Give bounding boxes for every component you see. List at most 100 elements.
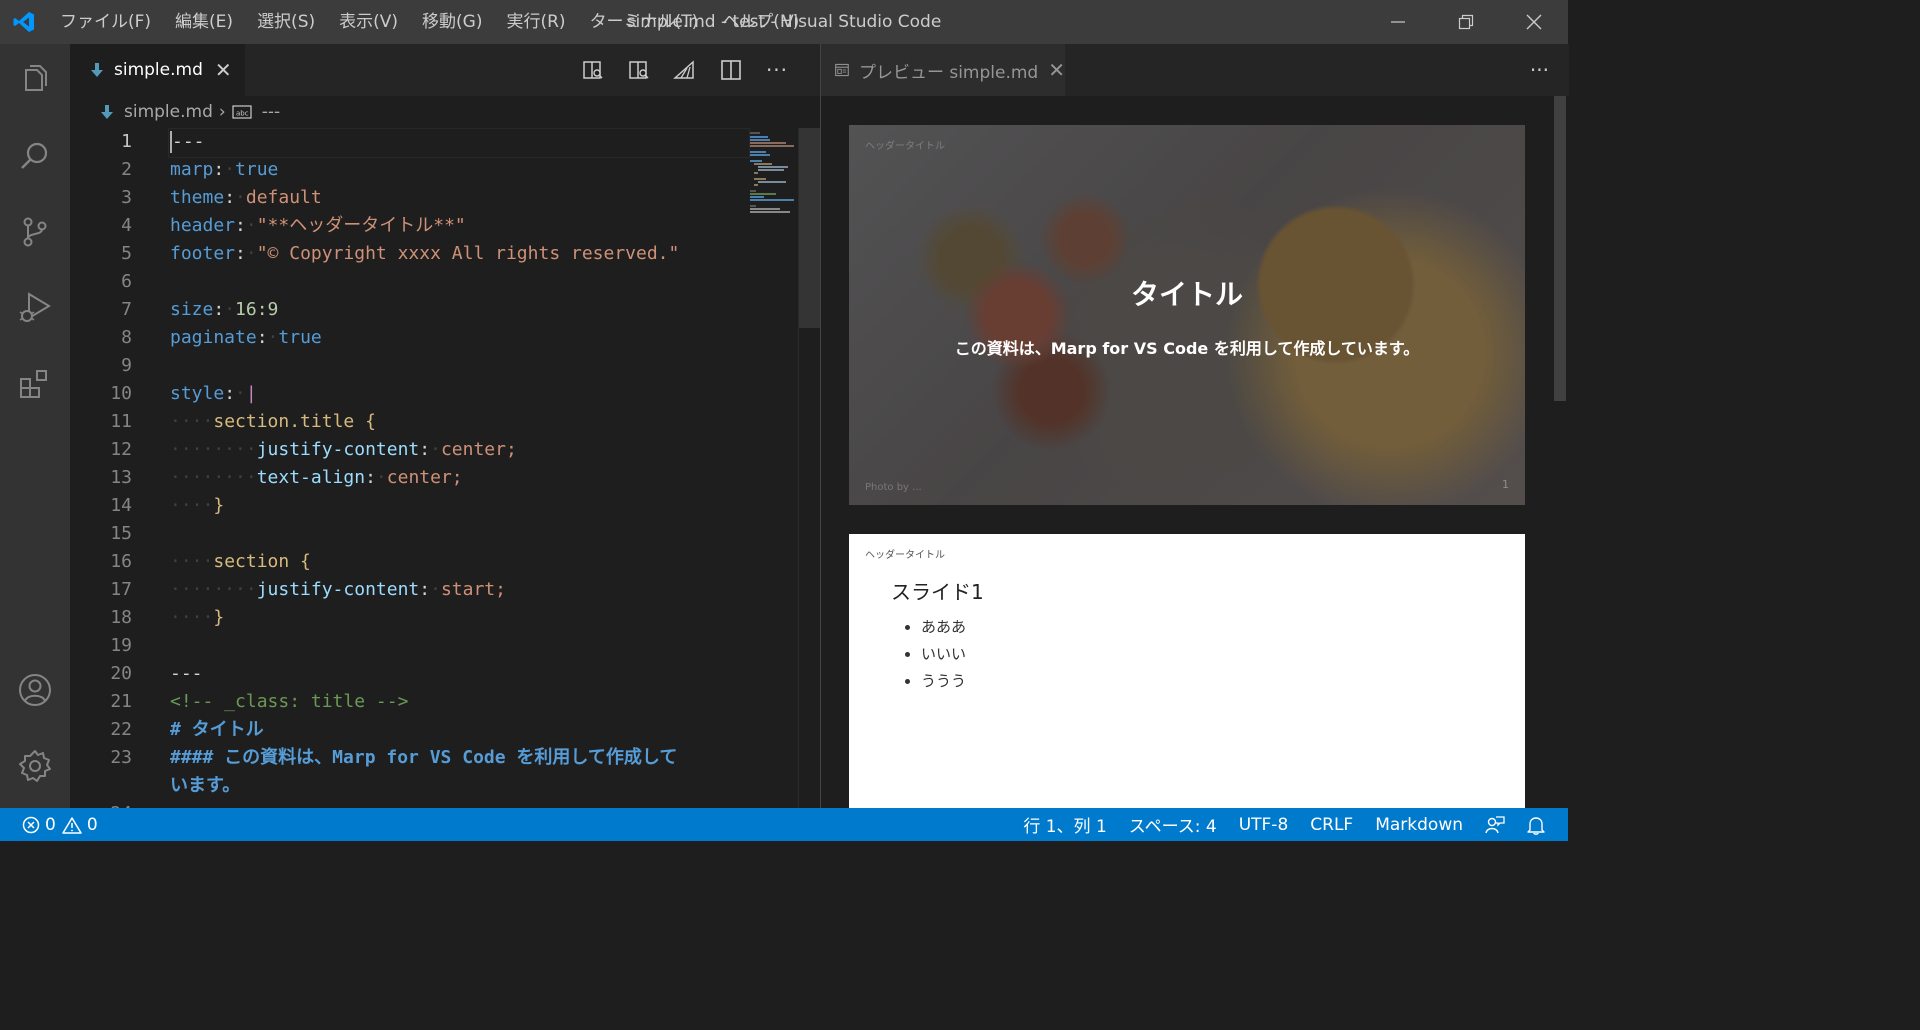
search-icon[interactable] [0,124,70,188]
preview-scrollbar-thumb[interactable] [1554,96,1566,401]
code-line: 19 [110,635,132,656]
code-line: 20 --- [110,663,203,684]
code-line: 15 [110,523,132,544]
preview-tab-label: プレビュー simple.md [858,62,1039,83]
restore-button[interactable] [1432,0,1500,44]
code-line: 17 ········justify-content:·start; [110,579,506,600]
run-debug-icon[interactable] [0,276,70,340]
account-icon[interactable] [0,658,70,722]
minimap[interactable] [750,128,798,248]
code-line: 3 theme:·default [121,187,322,208]
slide-subtitle: この資料は、Marp for VS Code を利用して作成しています。 [954,339,1420,358]
markdown-file-icon [91,63,103,77]
editor-scrollbar-thumb[interactable] [799,128,821,328]
code-line: 18 ····} [110,607,225,628]
status-bar: 0 0 行 1、列 1 スペース: 4 UTF-8 CRLF Markdown [0,808,1568,841]
menu-file[interactable]: ファイル(F) [48,0,163,44]
menu-edit[interactable]: 編集(E) [163,0,245,44]
open-preview-button[interactable] [570,44,616,96]
window-controls [1364,0,1568,44]
slide-header: ヘッダータイトル [865,550,945,561]
marp-icon [673,60,694,79]
error-icon [22,816,40,833]
code-line: 4 header:·"**ヘッダータイトル**" [121,215,466,236]
feedback-button[interactable] [1474,808,1516,841]
code-line: 8 paginate:·true [121,327,322,348]
code-line: 7 size:·16:9 [121,299,279,320]
notifications-button[interactable] [1516,808,1556,841]
svg-text:abc: abc [236,110,249,118]
vscode-logo-icon [0,0,48,44]
list-item: あああ [921,614,966,641]
editor-group: simple.md ✕ ··· simple.md › abc --- 1 --… [70,44,821,808]
list-item: いいい [921,641,966,668]
slide-content: ヘッダータイトル スライド1 あああ いいい ううう [849,534,1525,808]
code-line: 1 --- [70,128,800,158]
cursor-position[interactable]: 行 1、列 1 [1012,808,1117,841]
language-mode[interactable]: Markdown [1364,808,1474,841]
marp-command-button[interactable] [662,44,708,96]
code-line: 5 footer:·"© Copyright xxxx All rights re… [121,243,680,264]
more-icon: ··· [765,58,789,82]
preview-more-actions-button[interactable]: ··· [1530,44,1549,96]
code-line: 13 ········text-align:·center; [110,467,463,488]
menu-bar: ファイル(F) 編集(E) 選択(S) 表示(V) 移動(G) 実行(R) ター… [48,0,811,44]
explorer-icon[interactable] [0,48,70,112]
code-line: 12 ········justify-content:·center; [110,439,517,460]
warning-count: 0 [86,814,98,835]
restore-icon [1458,14,1474,30]
settings-gear-icon[interactable] [0,734,70,798]
slide-header: ヘッダータイトル [865,141,945,152]
activity-bar [0,44,70,808]
menu-selection[interactable]: 選択(S) [245,0,327,44]
end-of-line[interactable]: CRLF [1299,808,1364,841]
tab-preview-simple-md[interactable]: プレビュー simple.md ✕ [821,44,1065,96]
feedback-icon [1485,815,1505,833]
slide-title: ヘッダータイトル タイトル この資料は、Marp for VS Code を利用… [849,125,1525,505]
open-preview-side-button[interactable] [616,44,662,96]
menu-view[interactable]: 表示(V) [327,0,410,44]
extensions-icon[interactable] [0,352,70,416]
code-line-wrap: います。 [170,775,241,796]
preview-scrollbar[interactable] [1552,96,1568,808]
slide-heading: スライド1 [891,580,984,604]
preview-tabs: プレビュー simple.md ✕ ··· [821,44,1569,96]
close-window-button[interactable] [1500,0,1568,44]
split-editor-button[interactable] [708,44,754,96]
tab-label: simple.md [114,60,203,80]
code-line: 21 <!-- _class: title --> [110,691,409,712]
menu-go[interactable]: 移動(G) [410,0,494,44]
title-bar: ファイル(F) 編集(E) 選択(S) 表示(V) 移動(G) 実行(R) ター… [0,0,1568,44]
preview-icon [835,63,849,77]
breadcrumb-file[interactable]: simple.md [124,102,213,122]
tab-close-icon[interactable]: ✕ [215,58,232,82]
menu-run[interactable]: 実行(R) [494,0,577,44]
preview-tab-close-icon[interactable]: ✕ [1048,58,1065,82]
slide-title-text: タイトル [1130,278,1243,311]
source-control-icon[interactable] [0,200,70,264]
editor-tabs: simple.md ✕ ··· [70,44,820,96]
problems-status[interactable]: 0 0 [22,808,109,841]
string-symbol-icon: abc [232,105,252,119]
minimize-button[interactable] [1364,0,1432,44]
slide-overlay [849,125,1525,505]
chevron-right-icon: › [218,102,226,122]
code-line: 9 [121,355,132,376]
menu-terminal[interactable]: ターミナル(T) [578,0,711,44]
code-line: 14 ····} [110,495,225,516]
breadcrumb-symbol[interactable]: --- [262,102,280,122]
slide-page-number: 1 [1502,478,1509,491]
code-line: 11 ····section.title { [110,411,376,432]
minimap-preview [750,132,794,213]
indentation[interactable]: スペース: 4 [1118,808,1228,841]
editor-actions: ··· [570,44,820,96]
menu-help[interactable]: ヘルプ(H) [710,0,811,44]
more-actions-button[interactable]: ··· [754,44,800,96]
close-icon [1526,14,1542,30]
code-editor[interactable]: 1 --- 2 marp:·true 3 theme:·default 4 header… [70,128,800,808]
preview-group: プレビュー simple.md ✕ ··· ヘッダータイトル タイトル この資料… [820,44,1569,808]
list-item: ううう [921,668,966,695]
tab-simple-md[interactable]: simple.md ✕ [70,44,245,96]
encoding[interactable]: UTF-8 [1228,808,1300,841]
editor-scrollbar[interactable] [798,128,821,808]
